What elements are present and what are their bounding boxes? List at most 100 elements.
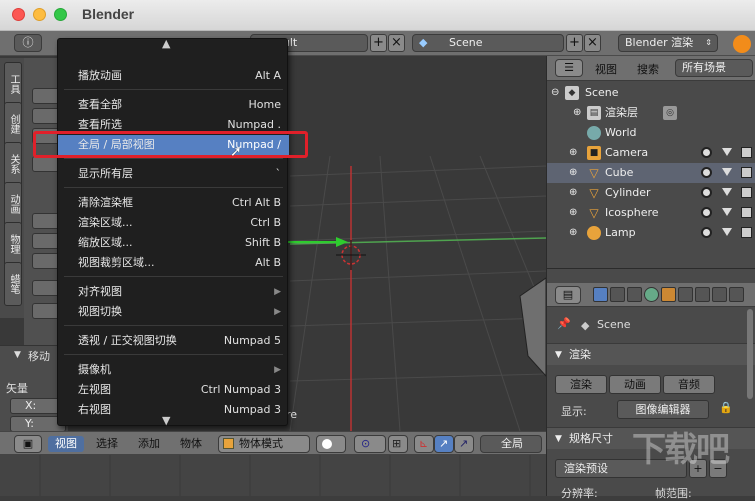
- menu-item-show-all-layers[interactable]: 显示所有层 `: [58, 164, 289, 184]
- add-scene-button[interactable]: +: [566, 34, 583, 52]
- editor-type-menu[interactable]: ☰: [555, 59, 583, 77]
- render-camera-icon[interactable]: [741, 187, 752, 198]
- editor-type-menu[interactable]: ▣: [14, 435, 42, 453]
- menu-item-zoom-border[interactable]: 缩放区域... Shift B: [58, 233, 289, 253]
- outliner-row-scene[interactable]: ⊖ ◆ Scene: [547, 83, 755, 103]
- outliner-search-menu[interactable]: 搜索: [637, 61, 659, 77]
- minimize-window-button[interactable]: [33, 8, 46, 21]
- menu-item-clear-render-border[interactable]: 清除渲染框 Ctrl Alt B: [58, 193, 289, 213]
- pin-icon[interactable]: 📌: [557, 317, 571, 330]
- render-animation-label: 动画: [624, 378, 646, 391]
- outliner-row-lamp[interactable]: ⊕ Lamp: [547, 223, 755, 243]
- editor-type-menu[interactable]: ▤: [555, 286, 581, 304]
- tab-relations[interactable]: 关系: [4, 142, 22, 186]
- world-tab-icon[interactable]: [644, 287, 659, 302]
- editor-type-menu[interactable]: ⓘ: [14, 34, 42, 52]
- menu-item-camera[interactable]: 摄像机 ▶: [58, 360, 289, 380]
- scroll-down-icon[interactable]: ▼: [162, 414, 170, 427]
- add-layout-button[interactable]: +: [370, 34, 387, 52]
- render-panel-header[interactable]: ▼ 渲染: [547, 343, 755, 365]
- tab-grease-pencil[interactable]: 蜡笔: [4, 262, 22, 306]
- visibility-eye-icon[interactable]: [701, 147, 712, 158]
- frame-range-label: 帧范围:: [655, 487, 692, 500]
- outliner-view-menu[interactable]: 视图: [595, 61, 617, 77]
- menu-select[interactable]: 选择: [96, 436, 118, 452]
- translate-manipulator[interactable]: ⊾: [414, 435, 434, 453]
- selectable-arrow-icon[interactable]: [722, 228, 732, 236]
- scale-manipulator[interactable]: ↗: [454, 435, 474, 453]
- timeline[interactable]: [0, 455, 546, 496]
- outliner-row-cube[interactable]: ⊕ ▽ Cube: [547, 163, 755, 183]
- render-audio-button[interactable]: 音频: [663, 375, 715, 394]
- selectable-arrow-icon[interactable]: [722, 148, 732, 156]
- constraints-tab-icon[interactable]: [678, 287, 693, 302]
- menu-object[interactable]: 物体: [180, 436, 202, 452]
- menu-item-right-view[interactable]: 右视图 Numpad 3: [58, 400, 289, 420]
- rotate-icon: ↗: [439, 437, 449, 450]
- close-window-button[interactable]: [12, 8, 25, 21]
- menu-item-label: 视图裁剪区域...: [78, 256, 155, 269]
- display-selector[interactable]: 图像编辑器: [617, 400, 709, 419]
- render-camera-icon[interactable]: [741, 207, 752, 218]
- properties-scrollbar[interactable]: [747, 309, 753, 399]
- render-button[interactable]: 渲染: [555, 375, 607, 394]
- tab-physics[interactable]: 物理: [4, 222, 22, 266]
- render-tab-camera-icon[interactable]: [593, 287, 608, 302]
- render-animation-button[interactable]: 动画: [609, 375, 661, 394]
- outliner-filter-selector[interactable]: 所有场景: [675, 59, 753, 77]
- visibility-eye-icon[interactable]: [701, 167, 712, 178]
- rotate-manipulator[interactable]: ↗: [434, 435, 454, 453]
- menu-item-navigation[interactable]: 视图切换 ▶: [58, 302, 289, 322]
- zoom-window-button[interactable]: [54, 8, 67, 21]
- outliner-row-cylinder[interactable]: ⊕ ▽ Cylinder: [547, 183, 755, 203]
- menu-view[interactable]: 视图: [48, 436, 84, 452]
- menu-item-left-view[interactable]: 左视图 Ctrl Numpad 3: [58, 380, 289, 400]
- submenu-arrow-icon: ▶: [274, 307, 281, 317]
- render-layers-tab-icon[interactable]: [610, 287, 625, 302]
- remove-layout-button[interactable]: ×: [388, 34, 405, 52]
- selectable-arrow-icon[interactable]: [722, 188, 732, 196]
- mode-selector[interactable]: 物体模式: [218, 435, 310, 453]
- outliner-row-world[interactable]: World: [547, 123, 755, 143]
- shading-selector[interactable]: [316, 435, 346, 453]
- orientation-selector[interactable]: 全局: [480, 435, 542, 453]
- tab-animation[interactable]: 动画: [4, 182, 22, 226]
- remove-scene-button[interactable]: ×: [584, 34, 601, 52]
- outliner-row-render-layers[interactable]: ⊕ ▤ 渲染层 ◎: [547, 103, 755, 123]
- menu-divider: [64, 276, 283, 277]
- data-tab-icon[interactable]: [712, 287, 727, 302]
- render-camera-icon[interactable]: [741, 167, 752, 178]
- visibility-eye-icon[interactable]: [701, 187, 712, 198]
- pivot-selector[interactable]: ⊙: [354, 435, 386, 453]
- scene-tab-icon[interactable]: [627, 287, 642, 302]
- menu-item-render-border[interactable]: 渲染区域... Ctrl B: [58, 213, 289, 233]
- visibility-eye-icon[interactable]: [701, 227, 712, 238]
- outliner-row-icosphere[interactable]: ⊕ ▽ Icosphere: [547, 203, 755, 223]
- object-tab-icon[interactable]: [661, 287, 676, 302]
- selectable-arrow-icon[interactable]: [722, 208, 732, 216]
- menu-item-persp-ortho[interactable]: 透视 / 正交视图切换 Numpad 5: [58, 331, 289, 351]
- properties-icon: ▤: [562, 288, 574, 301]
- tab-create[interactable]: 创建: [4, 102, 22, 146]
- lock-icon[interactable]: 🔒: [719, 401, 733, 414]
- manipulator-toggle[interactable]: ⊞: [388, 435, 408, 453]
- render-camera-icon[interactable]: [741, 147, 752, 158]
- menu-item-view-all[interactable]: 查看全部 Home: [58, 95, 289, 115]
- menu-divider: [64, 325, 283, 326]
- menu-item-label: 摄像机: [78, 363, 111, 376]
- selectable-arrow-icon[interactable]: [722, 168, 732, 176]
- menu-add[interactable]: 添加: [138, 436, 160, 452]
- render-engine-selector[interactable]: Blender 渲染 ⇕: [618, 34, 718, 52]
- scroll-up-icon[interactable]: ▲: [162, 37, 170, 50]
- visibility-eye-icon[interactable]: [701, 207, 712, 218]
- menu-item-play-animation[interactable]: 播放动画 Alt A: [58, 66, 289, 86]
- modifiers-tab-icon[interactable]: [695, 287, 710, 302]
- material-tab-icon[interactable]: [729, 287, 744, 302]
- menu-item-clipping-border[interactable]: 视图裁剪区域... Alt B: [58, 253, 289, 273]
- outliner-row-camera[interactable]: ⊕ ■ Camera: [547, 143, 755, 163]
- tab-tools[interactable]: 工具: [4, 62, 22, 106]
- collapse-arrow-icon[interactable]: ▼: [14, 350, 21, 360]
- menu-item-align-view[interactable]: 对齐视图 ▶: [58, 282, 289, 302]
- render-camera-icon[interactable]: [741, 227, 752, 238]
- scene-selector[interactable]: ◆ Scene: [412, 34, 564, 52]
